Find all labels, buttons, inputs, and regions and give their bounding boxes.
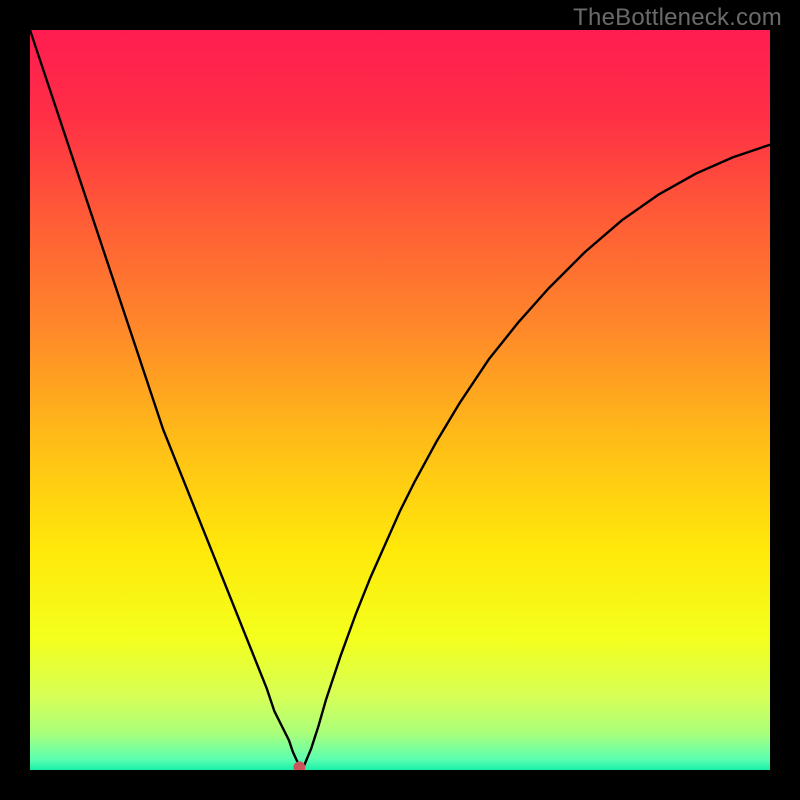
chart-frame: TheBottleneck.com — [0, 0, 800, 800]
watermark-text: TheBottleneck.com — [573, 4, 782, 32]
chart-svg — [30, 30, 770, 770]
gradient-background — [30, 30, 770, 770]
plot-area — [30, 30, 770, 770]
